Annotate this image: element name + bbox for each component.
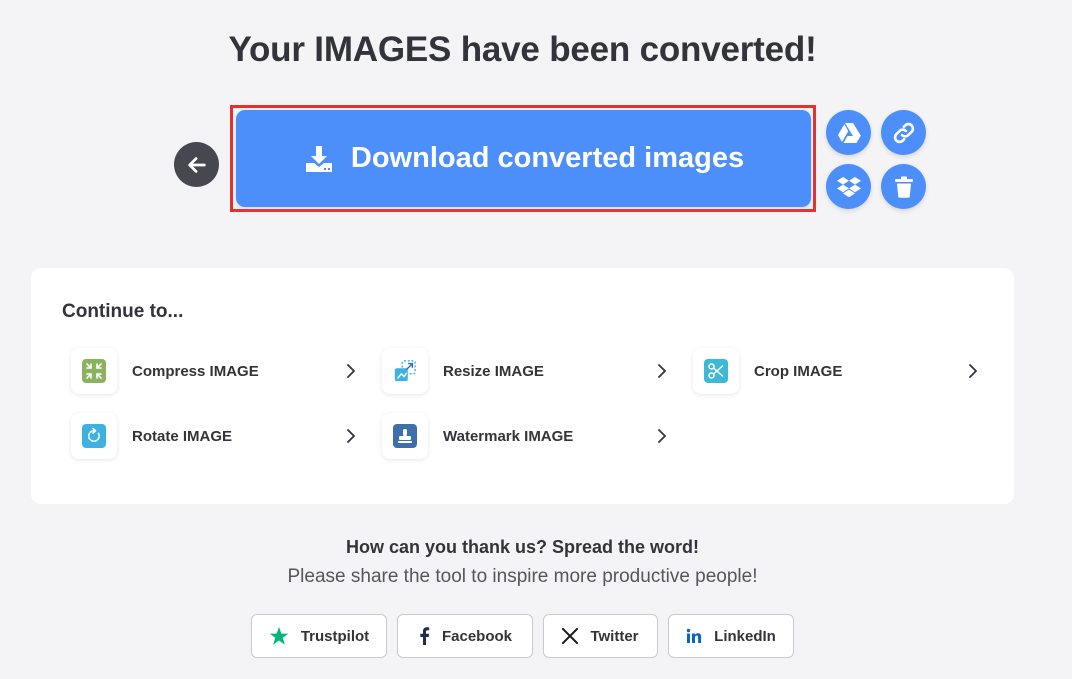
tool-compress-image[interactable]: Compress IMAGE <box>71 347 361 395</box>
watermark-tile <box>382 413 428 459</box>
arrow-left-icon <box>187 156 206 173</box>
download-button-label: Download converted images <box>350 142 745 174</box>
share-linkedin-button[interactable]: LinkedIn <box>668 614 794 658</box>
delete-files-button[interactable] <box>881 164 926 209</box>
save-to-dropbox-button[interactable] <box>826 164 871 209</box>
crop-icon <box>704 359 728 383</box>
tool-resize-label: Resize IMAGE <box>443 362 544 380</box>
trash-icon <box>894 176 913 198</box>
google-drive-icon <box>837 122 861 143</box>
compress-tile <box>71 348 117 394</box>
chevron-right-icon <box>969 364 977 378</box>
crop-tile <box>693 348 739 394</box>
continue-to-title: Continue to... <box>62 301 184 322</box>
chevron-right-icon <box>658 429 666 443</box>
link-icon <box>893 122 914 143</box>
tool-rotate-label: Rotate IMAGE <box>132 427 233 445</box>
twitter-label: Twitter <box>590 627 639 645</box>
tool-resize-image[interactable]: Resize IMAGE <box>382 347 672 395</box>
resize-tile <box>382 348 428 394</box>
chevron-right-icon <box>658 364 666 378</box>
chevron-right-icon <box>347 429 355 443</box>
resize-icon <box>393 359 417 383</box>
download-button[interactable]: Download converted images <box>236 110 811 207</box>
compress-icon <box>82 359 106 383</box>
chevron-right-icon <box>347 364 355 378</box>
share-trustpilot-button[interactable]: Trustpilot <box>251 614 387 658</box>
page-title: Your IMAGES have been converted! <box>228 30 817 69</box>
dropbox-icon <box>836 176 861 197</box>
share-title: How can you thank us? Spread the word! <box>345 537 700 557</box>
share-subtitle: Please share the tool to inspire more pr… <box>287 566 758 587</box>
facebook-label: Facebook <box>441 627 513 645</box>
facebook-icon <box>420 627 430 645</box>
download-icon <box>305 145 332 172</box>
continue-to-panel: Continue to... Compress IMAGE Resize IMA… <box>31 268 1014 504</box>
trustpilot-star-icon <box>269 627 289 645</box>
tool-crop-label: Crop IMAGE <box>754 362 843 380</box>
linkedin-icon <box>686 628 702 643</box>
share-facebook-button[interactable]: Facebook <box>397 614 533 658</box>
copy-link-button[interactable] <box>881 110 926 155</box>
share-twitter-button[interactable]: Twitter <box>543 614 658 658</box>
watermark-icon <box>393 424 417 448</box>
rotate-tile <box>71 413 117 459</box>
back-button[interactable] <box>174 142 219 187</box>
tool-watermark-image[interactable]: Watermark IMAGE <box>382 412 672 460</box>
tool-watermark-label: Watermark IMAGE <box>443 427 574 445</box>
tool-rotate-image[interactable]: Rotate IMAGE <box>71 412 361 460</box>
conversion-result-page: Your IMAGES have been converted! Downloa… <box>0 0 1072 679</box>
tool-crop-image[interactable]: Crop IMAGE <box>693 347 983 395</box>
linkedin-label: LinkedIn <box>714 627 776 645</box>
rotate-icon <box>82 424 106 448</box>
x-twitter-icon <box>562 628 579 644</box>
trustpilot-label: Trustpilot <box>300 627 370 645</box>
save-to-google-drive-button[interactable] <box>826 110 871 155</box>
tool-compress-label: Compress IMAGE <box>132 362 259 380</box>
